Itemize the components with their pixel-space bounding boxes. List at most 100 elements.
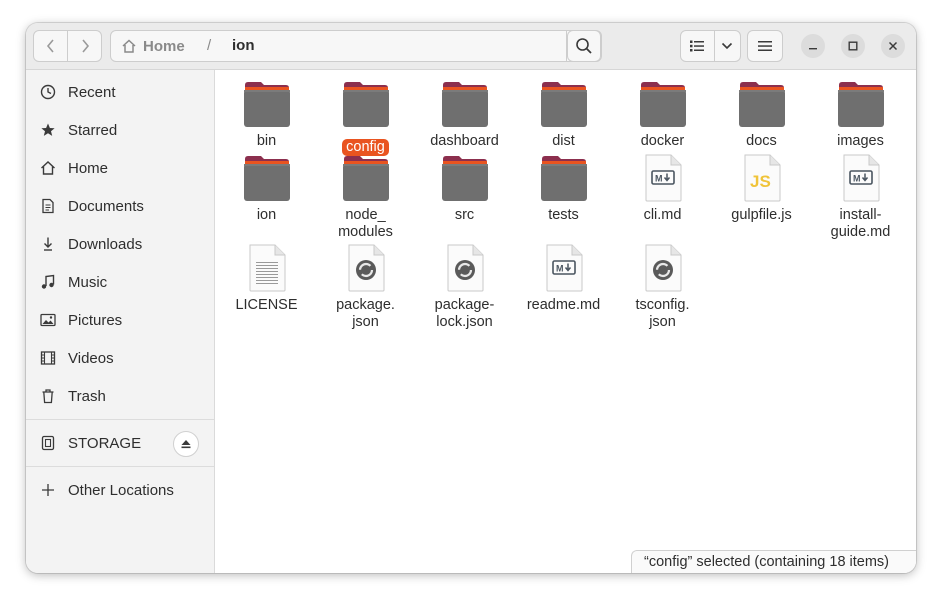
home-icon xyxy=(39,159,57,177)
javascript-file-icon: JS xyxy=(712,147,811,202)
folder-item[interactable]: bin xyxy=(217,80,316,150)
sidebar-separator xyxy=(26,466,214,467)
sidebar-item-music[interactable]: Music xyxy=(26,263,214,301)
file-name-label: package. json xyxy=(336,297,395,330)
folder-icon xyxy=(316,154,415,202)
file-name-label: package- lock.json xyxy=(434,297,495,330)
minimize-button[interactable] xyxy=(801,34,825,58)
trash-icon xyxy=(39,387,57,405)
file-item[interactable]: Minstall- guide.md xyxy=(811,147,910,241)
forward-button[interactable] xyxy=(67,31,101,61)
folder-icon xyxy=(514,154,613,202)
path-bar: Home / ion xyxy=(110,30,602,62)
maximize-button[interactable] xyxy=(841,34,865,58)
file-name-label: gulpfile.js xyxy=(731,207,792,223)
file-name-label: dist xyxy=(552,133,575,149)
sidebar-item-recent[interactable]: Recent xyxy=(26,73,214,111)
file-name-label: ion xyxy=(256,207,277,223)
sidebar-item-trash[interactable]: Trash xyxy=(26,377,214,415)
markdown-file-icon: M xyxy=(613,147,712,202)
sidebar-item-downloads[interactable]: Downloads xyxy=(26,225,214,263)
file-item[interactable]: package- lock.json xyxy=(415,237,514,331)
sidebar-item-videos[interactable]: Videos xyxy=(26,339,214,377)
folder-item[interactable]: node_ modules xyxy=(316,154,415,241)
sidebar-item-documents[interactable]: Documents xyxy=(26,187,214,225)
file-grid: bin config dashboard dist docker docs images io… xyxy=(215,70,916,573)
close-button[interactable] xyxy=(881,34,905,58)
hamburger-menu-icon xyxy=(758,41,772,51)
svg-text:M: M xyxy=(556,264,564,274)
folder-item[interactable]: config xyxy=(316,80,415,156)
folder-item[interactable]: dashboard xyxy=(415,80,514,150)
file-name-label: tsconfig. json xyxy=(635,297,690,330)
file-name-label: node_ modules xyxy=(338,207,393,240)
chevron-right-icon xyxy=(81,39,89,53)
folder-item[interactable]: tests xyxy=(514,154,613,224)
sidebar-item-label: Videos xyxy=(68,349,114,367)
view-switcher xyxy=(680,30,741,62)
view-options-dropdown[interactable] xyxy=(713,31,740,61)
video-icon xyxy=(39,349,57,367)
minimize-icon xyxy=(809,48,817,50)
search-button[interactable] xyxy=(567,30,601,62)
folder-icon xyxy=(415,80,514,128)
navigation-buttons xyxy=(33,30,102,62)
file-item[interactable]: Mcli.md xyxy=(613,147,712,224)
folder-item[interactable]: dist xyxy=(514,80,613,150)
folder-icon xyxy=(514,80,613,128)
folder-icon xyxy=(217,154,316,202)
sidebar-item-label: Pictures xyxy=(68,311,123,329)
music-icon xyxy=(39,273,57,291)
eject-button[interactable] xyxy=(173,431,199,457)
sidebar-item-pictures[interactable]: Pictures xyxy=(26,301,214,339)
star-icon xyxy=(39,121,57,139)
maximize-icon xyxy=(848,41,858,51)
sidebar-item-label: Trash xyxy=(68,387,106,405)
file-item[interactable]: package. json xyxy=(316,237,415,331)
file-name-label: install- guide.md xyxy=(830,207,891,240)
svg-text:M: M xyxy=(655,174,663,184)
back-button[interactable] xyxy=(34,31,67,61)
file-name-label: dashboard xyxy=(430,133,499,149)
download-icon xyxy=(39,235,57,253)
sidebar: Recent Starred Home Documents Downloads … xyxy=(26,70,215,573)
path-home-button[interactable]: Home xyxy=(121,31,185,61)
file-manager-window: Home / ion Recent Starred Home Documents… xyxy=(26,23,916,573)
sidebar-item-label: Downloads xyxy=(68,235,143,253)
home-icon xyxy=(122,39,136,53)
file-item[interactable]: JS gulpfile.js xyxy=(712,147,811,224)
eject-icon xyxy=(181,440,191,449)
sidebar-item-label: Music xyxy=(68,273,108,291)
folder-item[interactable]: docs xyxy=(712,80,811,150)
file-name-label: src xyxy=(454,207,475,223)
file-name-label: readme.md xyxy=(526,297,601,313)
folder-item[interactable]: src xyxy=(415,154,514,224)
sidebar-item-label: Recent xyxy=(68,83,116,101)
markdown-file-icon: M xyxy=(514,237,613,292)
sidebar-item-other-locations[interactable]: Other Locations xyxy=(26,471,214,509)
file-item[interactable]: Mreadme.md xyxy=(514,237,613,314)
file-name-label: tests xyxy=(548,207,579,223)
json-file-icon xyxy=(316,237,415,292)
file-name-label: bin xyxy=(256,133,277,149)
main-menu-button[interactable] xyxy=(747,30,783,62)
path-current-folder[interactable]: ion xyxy=(232,31,255,61)
header-bar: Home / ion xyxy=(26,23,916,70)
sidebar-item-home[interactable]: Home xyxy=(26,149,214,187)
folder-item[interactable]: ion xyxy=(217,154,316,224)
clock-icon xyxy=(39,83,57,101)
search-icon xyxy=(576,38,592,54)
file-item[interactable]: tsconfig. json xyxy=(613,237,712,331)
list-view-button[interactable] xyxy=(681,31,714,61)
sidebar-item-starred[interactable]: Starred xyxy=(26,111,214,149)
file-item[interactable]: LICENSE xyxy=(217,237,316,314)
path-separator: / xyxy=(207,37,212,54)
folder-icon xyxy=(712,80,811,128)
path-home-label: Home xyxy=(143,37,185,55)
folder-item[interactable]: docker xyxy=(613,80,712,150)
folder-item[interactable]: images xyxy=(811,80,910,150)
markdown-file-icon: M xyxy=(811,147,910,202)
folder-icon xyxy=(316,80,415,128)
sidebar-item-label: Starred xyxy=(68,121,118,139)
folder-icon xyxy=(613,80,712,128)
